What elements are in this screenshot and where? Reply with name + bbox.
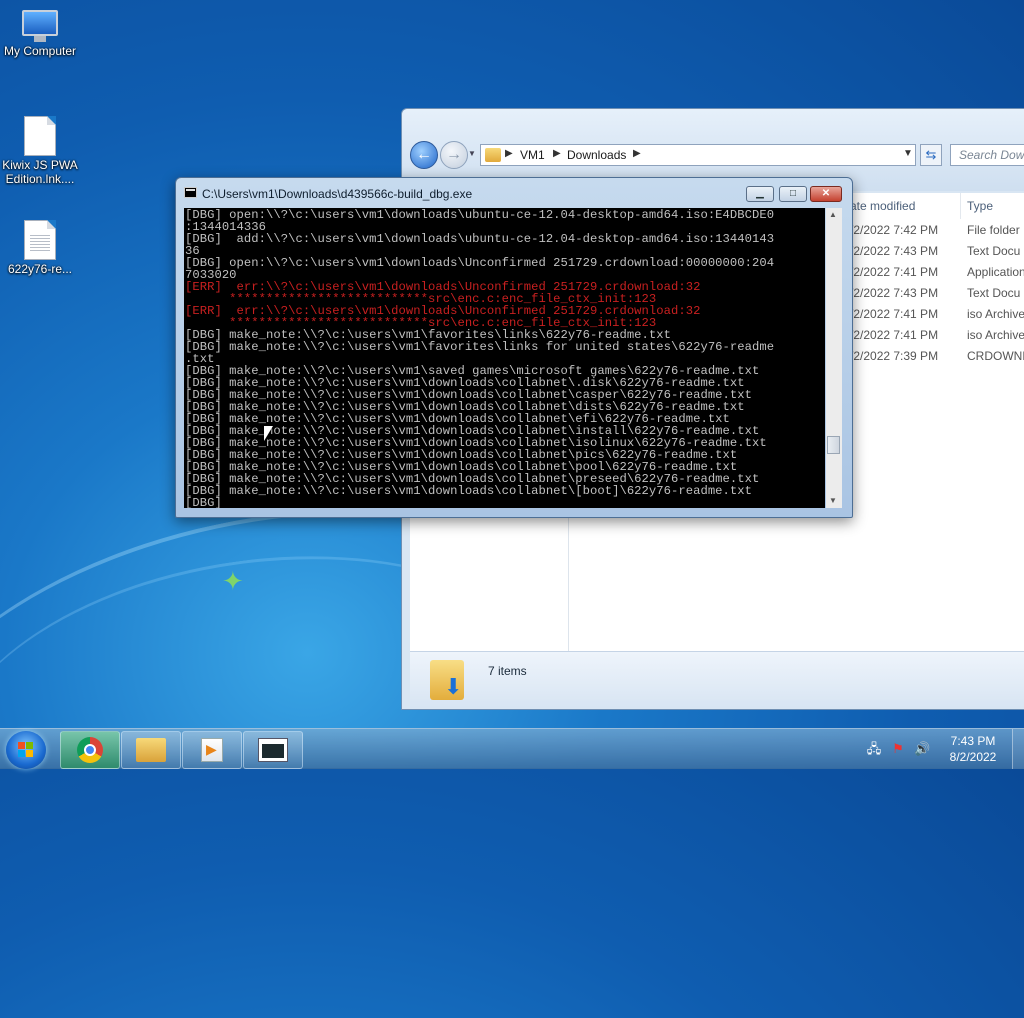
file-date: /2/2022 7:41 PM xyxy=(850,265,939,279)
text-file-icon xyxy=(24,220,56,260)
desktop-icon-kiwix-shortcut[interactable]: Kiwix JS PWA Edition.lnk.... xyxy=(0,116,80,186)
file-row[interactable]: /2/2022 7:41 PM iso Archive xyxy=(850,305,1024,325)
maximize-icon: □ xyxy=(789,188,797,199)
address-dropdown-icon[interactable]: ▼ xyxy=(903,148,913,159)
column-header-date-modified[interactable]: ate modified xyxy=(850,193,915,219)
file-date: /2/2022 7:43 PM xyxy=(850,286,939,300)
taskbar-clock[interactable]: 7:43 PM 8/2/2022 xyxy=(940,733,1006,765)
taskbar-explorer[interactable] xyxy=(121,731,181,769)
item-count: 7 items xyxy=(488,664,527,678)
forward-button[interactable]: → xyxy=(440,141,468,169)
clock-time: 7:43 PM xyxy=(950,734,996,748)
file-date: /2/2022 7:41 PM xyxy=(850,328,939,342)
taskbar-chrome[interactable] xyxy=(60,731,120,769)
back-button[interactable]: ← xyxy=(410,141,438,169)
windows-logo-icon xyxy=(18,742,34,758)
wallpaper-logo-icon: ✦ xyxy=(222,566,244,596)
details-pane: 7 items xyxy=(410,651,1024,708)
recent-pages-dropdown[interactable]: ▼ xyxy=(468,149,476,158)
desktop-icon-label: Kiwix JS PWA Edition.lnk.... xyxy=(2,158,78,186)
close-button[interactable]: ✕ xyxy=(810,186,842,202)
desktop-icon-my-computer[interactable]: My Computer xyxy=(0,10,80,58)
breadcrumb-separator-icon: ▶ xyxy=(553,148,561,159)
clock-date: 8/2/2022 xyxy=(949,750,997,764)
back-arrow-icon: ← xyxy=(416,146,432,163)
breadcrumb-vm1[interactable]: VM1 xyxy=(520,148,545,162)
desktop-icon-label: My Computer xyxy=(3,44,77,58)
downloads-folder-icon xyxy=(485,148,501,162)
forward-arrow-icon: → xyxy=(446,146,462,163)
action-center-flag-icon[interactable]: ⚑ xyxy=(890,741,906,757)
chrome-icon xyxy=(77,737,103,763)
minimize-icon: ▁ xyxy=(756,188,764,199)
scroll-down-icon[interactable]: ▼ xyxy=(829,496,837,505)
file-type: Application xyxy=(967,265,1024,279)
file-date: /2/2022 7:43 PM xyxy=(850,244,939,258)
column-header-type[interactable]: Type xyxy=(967,193,993,219)
console-line: [DBG] make_note:\\?\c:\users\vm1\downloa… xyxy=(185,484,753,498)
console-text: [DBG] open:\\?\c:\users\vm1\downloads\ub… xyxy=(184,208,825,508)
maximize-button[interactable]: □ xyxy=(779,186,807,202)
show-desktop-button[interactable] xyxy=(1012,729,1024,769)
file-type: Text Docu xyxy=(967,286,1021,300)
network-icon[interactable]: 🖧 xyxy=(866,741,882,757)
scroll-up-icon[interactable]: ▲ xyxy=(829,210,837,219)
file-row[interactable]: /2/2022 7:39 PM CRDOWNL xyxy=(850,347,1024,367)
console-line: [DBG] make_note:\\?\c:\users\vm1\favorit… xyxy=(185,340,775,354)
file-type: iso Archive xyxy=(967,328,1024,342)
desktop-icon-readme[interactable]: 622y76-re... xyxy=(0,220,80,276)
computer-icon xyxy=(20,10,60,42)
console-line: [DBG] add:\\?\c:\users\vm1\downloads\ubu… xyxy=(185,232,775,246)
file-type: CRDOWNL xyxy=(967,349,1024,363)
console-icon xyxy=(184,187,197,198)
console-title: C:\Users\vm1\Downloads\d439566c-build_db… xyxy=(202,187,473,201)
file-row[interactable]: /2/2022 7:43 PM Text Docu xyxy=(850,284,1024,304)
console-line: [DBG] open:\\?\c:\users\vm1\downloads\ub… xyxy=(185,208,775,222)
file-row[interactable]: /2/2022 7:41 PM Application xyxy=(850,263,1024,283)
volume-icon[interactable]: 🔊 xyxy=(914,741,930,757)
address-bar[interactable]: ▶ VM1 ▶ Downloads ▶ ▼ xyxy=(480,144,916,166)
desktop-icon-label: 622y76-re... xyxy=(7,262,73,276)
mouse-cursor-icon xyxy=(264,426,273,441)
file-row[interactable]: /2/2022 7:42 PM File folder xyxy=(850,221,1024,241)
column-divider[interactable] xyxy=(960,193,961,219)
file-row[interactable]: /2/2022 7:43 PM Text Docu xyxy=(850,242,1024,262)
refresh-button[interactable]: ⇆ xyxy=(920,144,942,166)
file-row[interactable]: /2/2022 7:41 PM iso Archive xyxy=(850,326,1024,346)
breadcrumb-separator-icon: ▶ xyxy=(633,148,641,159)
search-input[interactable]: Search Downl xyxy=(950,144,1024,166)
console-output[interactable]: [DBG] open:\\?\c:\users\vm1\downloads\ub… xyxy=(184,208,825,508)
file-date: /2/2022 7:41 PM xyxy=(850,307,939,321)
breadcrumb-downloads[interactable]: Downloads xyxy=(567,148,626,162)
minimize-button[interactable]: ▁ xyxy=(746,186,774,202)
downloads-folder-icon xyxy=(430,660,464,700)
taskbar: 🖧 ⚑ 🔊 7:43 PM 8/2/2022 xyxy=(0,728,1024,769)
console-window[interactable]: C:\Users\vm1\Downloads\d439566c-build_db… xyxy=(175,177,853,518)
file-type: File folder xyxy=(967,223,1020,237)
media-player-icon xyxy=(201,738,223,762)
breadcrumb-separator-icon: ▶ xyxy=(505,148,513,159)
document-icon xyxy=(24,116,56,156)
start-button[interactable] xyxy=(6,731,46,769)
file-date: /2/2022 7:39 PM xyxy=(850,349,939,363)
console-scrollbar[interactable]: ▲ ▼ xyxy=(826,208,842,508)
refresh-icon: ⇆ xyxy=(925,147,937,162)
console-line: [DBG] open:\\?\c:\users\vm1\downloads\Un… xyxy=(185,256,775,270)
console-icon xyxy=(258,738,288,762)
file-type: iso Archive xyxy=(967,307,1024,321)
taskbar-media-player[interactable] xyxy=(182,731,242,769)
folder-icon xyxy=(136,738,166,762)
file-date: /2/2022 7:42 PM xyxy=(850,223,939,237)
taskbar-console[interactable] xyxy=(243,731,303,769)
console-line: [DBG] xyxy=(185,496,222,508)
close-icon: ✕ xyxy=(821,188,831,199)
file-type: Text Docu xyxy=(967,244,1021,258)
scrollbar-thumb[interactable] xyxy=(827,436,840,454)
